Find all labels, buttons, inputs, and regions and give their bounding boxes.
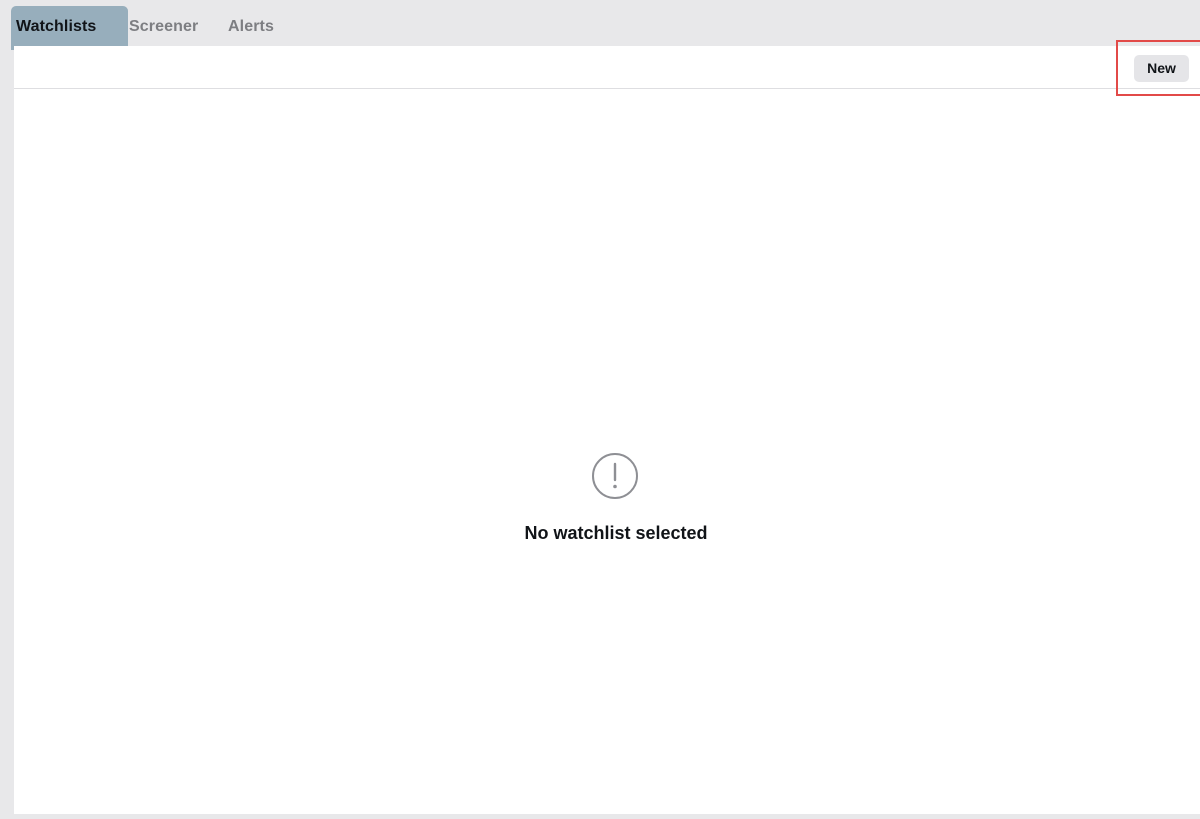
empty-state-message: No watchlist selected	[524, 523, 708, 543]
tab-watchlists[interactable]: Watchlists	[11, 6, 128, 50]
tab-screener[interactable]: Screener	[128, 6, 218, 50]
watchlist-panel: New No watchlist selected	[14, 46, 1200, 814]
toolbar: New	[14, 46, 1200, 89]
exclamation-circle-icon	[592, 453, 638, 499]
tab-bar: Watchlists Screener Alerts	[0, 0, 1200, 50]
new-button[interactable]: New	[1134, 55, 1189, 82]
tab-alerts[interactable]: Alerts	[228, 6, 288, 50]
